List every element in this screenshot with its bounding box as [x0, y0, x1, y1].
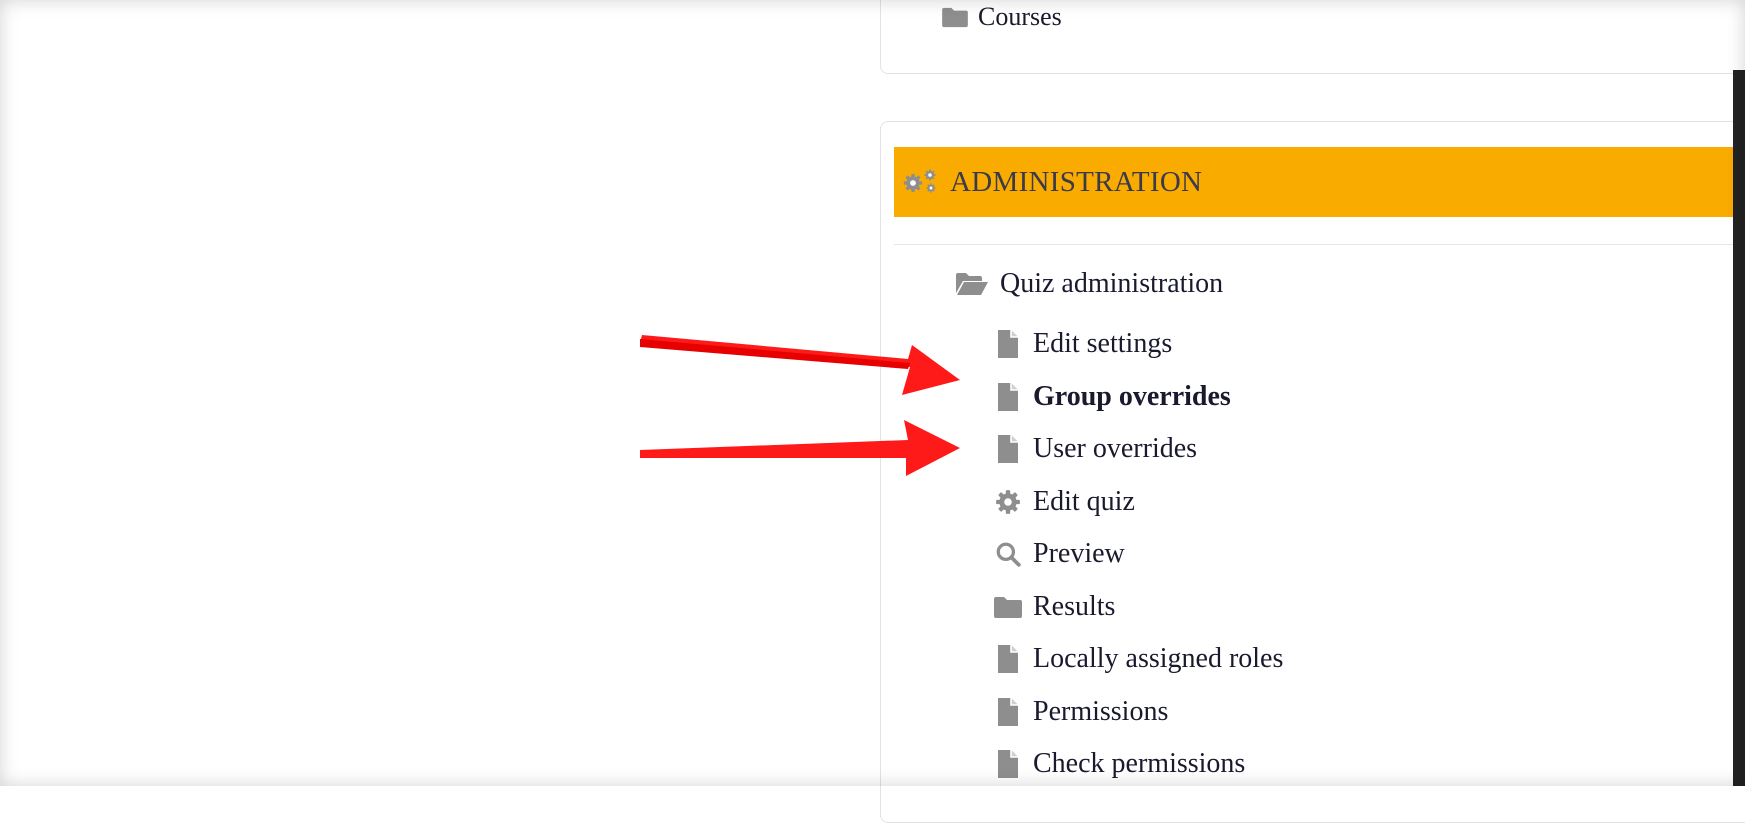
gear-icon — [993, 489, 1023, 515]
menu-item-permissions[interactable]: Permissions — [993, 686, 1283, 739]
menu-item-label: Edit quiz — [1033, 485, 1135, 517]
menu-item-edit-settings[interactable]: Edit settings — [993, 318, 1283, 371]
menu-item-label: Edit settings — [1033, 328, 1173, 360]
menu-item-preview[interactable]: Preview — [993, 528, 1283, 581]
folder-icon — [993, 595, 1023, 619]
menu-item-check-permissions[interactable]: Check permissions — [993, 738, 1283, 791]
header-divider — [894, 244, 1745, 245]
file-icon — [993, 434, 1023, 464]
quiz-administration-node[interactable]: Quiz administration — [954, 268, 1223, 300]
annotation-arrow-group-overrides — [640, 335, 960, 395]
courses-link[interactable]: Courses — [940, 2, 1062, 32]
file-icon — [993, 329, 1023, 359]
file-icon — [993, 697, 1023, 727]
menu-item-label: Group overrides — [1033, 380, 1231, 412]
courses-label: Courses — [978, 2, 1062, 31]
window-edge — [1733, 70, 1745, 786]
annotation-arrow-user-overrides — [640, 420, 960, 476]
file-icon — [993, 382, 1023, 412]
menu-item-label: Permissions — [1033, 695, 1169, 727]
file-icon — [993, 644, 1023, 674]
menu-item-user-overrides[interactable]: User overrides — [993, 423, 1283, 476]
folder-open-icon — [954, 272, 990, 296]
administration-header: ADMINISTRATION — [894, 147, 1745, 217]
administration-menu: Edit settings Group overrides User overr… — [993, 318, 1283, 791]
menu-item-label: Results — [1033, 590, 1116, 622]
folder-icon — [940, 6, 970, 28]
menu-item-label: User overrides — [1033, 433, 1198, 465]
administration-title: ADMINISTRATION — [950, 165, 1203, 198]
file-icon — [993, 749, 1023, 779]
menu-item-label: Preview — [1033, 538, 1125, 570]
menu-item-label: Check permissions — [1033, 748, 1246, 780]
search-icon — [993, 541, 1023, 567]
quiz-administration-label: Quiz administration — [1000, 268, 1224, 299]
menu-item-edit-quiz[interactable]: Edit quiz — [993, 476, 1283, 529]
menu-item-results[interactable]: Results — [993, 581, 1283, 634]
menu-item-locally-assigned-roles[interactable]: Locally assigned roles — [993, 633, 1283, 686]
menu-item-group-overrides[interactable]: Group overrides — [993, 371, 1283, 424]
gears-icon — [902, 167, 942, 197]
menu-item-label: Locally assigned roles — [1033, 643, 1284, 675]
